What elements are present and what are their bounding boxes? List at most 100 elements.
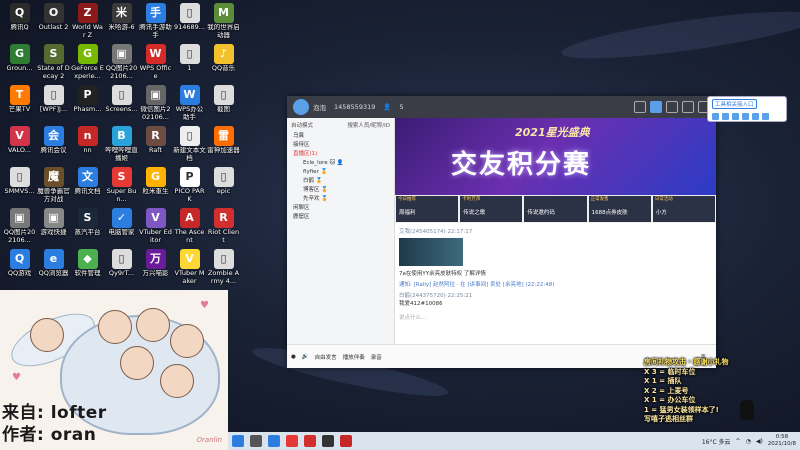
minimize-button[interactable]: [682, 101, 694, 113]
desktop-icon[interactable]: ▣ 微信图片202106...: [139, 84, 172, 124]
desktop-icon[interactable]: O Outlast 2: [37, 2, 70, 42]
gamepad-icon[interactable]: [666, 101, 678, 113]
promo-card[interactable]: 卡利芳邦 传说之歌: [460, 196, 523, 222]
desktop-icon[interactable]: ▯ 1: [173, 43, 206, 83]
desktop-icon[interactable]: G GeForce Experie...: [71, 43, 104, 83]
desktop-icon[interactable]: e QQ浏览器: [37, 248, 70, 288]
network-icon[interactable]: ◔: [746, 438, 751, 445]
tool-icon[interactable]: [712, 113, 719, 120]
channel-item[interactable]: 博客区 🏅: [287, 186, 394, 195]
desktop-icon[interactable]: ♪ QQ音乐: [207, 43, 240, 83]
desktop-icon[interactable]: A The Ascent: [173, 207, 206, 247]
desktop-icon[interactable]: P Phasm...: [71, 84, 104, 124]
desktop-icon[interactable]: S State of Decay 2: [37, 43, 70, 83]
channel-item[interactable]: 接待区: [287, 141, 394, 150]
desktop-icon[interactable]: ▯ SMMVS...: [3, 166, 36, 206]
desktop-icon[interactable]: 文腾讯文档: [71, 166, 104, 206]
app-icon[interactable]: [322, 435, 334, 447]
desktop-icon[interactable]: 魔魔兽争霸官方对战: [37, 166, 70, 206]
desktop-icon[interactable]: ▣ 游戏快捷: [37, 207, 70, 247]
promo-card[interactable]: 今日推荐 周福利: [396, 196, 459, 222]
desktop-icon[interactable]: ◆ 软件管理: [71, 248, 104, 288]
app-icon[interactable]: [304, 435, 316, 447]
record-button[interactable]: 录音: [371, 353, 382, 361]
desktop-icon[interactable]: ▯ 新建文本文档: [173, 125, 206, 165]
desktop-icon[interactable]: B 哔哩哔哩直播姬: [105, 125, 138, 165]
chevron-up-icon[interactable]: ^: [736, 438, 741, 445]
desktop-icon[interactable]: S Super Bun...: [105, 166, 138, 206]
tool-icon[interactable]: [722, 113, 729, 120]
desktop-icon[interactable]: V VTuber Maker: [173, 248, 206, 288]
app-icon[interactable]: [286, 435, 298, 447]
desktop-icon[interactable]: 会腾讯会议: [37, 125, 70, 165]
desktop-icon[interactable]: 手腾讯手游助手: [139, 2, 172, 42]
promo-card[interactable]: 日常活动 小方: [652, 196, 716, 222]
desktop-icon[interactable]: ✓ 电脑管家: [105, 207, 138, 247]
desktop-icon[interactable]: Q QQ游戏: [3, 248, 36, 288]
desktop-icon[interactable]: 米米哈游-6: [105, 2, 138, 42]
avatar[interactable]: ●: [291, 354, 296, 360]
play-accompaniment-button[interactable]: 播放伴奏: [343, 353, 365, 361]
event-banner[interactable]: 2021星光盛典 交友积分赛: [395, 118, 716, 195]
desktop-icon[interactable]: G 粒米重生: [139, 166, 172, 206]
volume-icon[interactable]: ◀): [756, 438, 763, 445]
channel-item[interactable]: 白鹤 🏅: [287, 177, 394, 186]
tool-icon[interactable]: [732, 113, 739, 120]
desktop-icon[interactable]: ▯ [WPF]J...: [37, 84, 70, 124]
desktop-icon[interactable]: W WPS办公助手: [173, 84, 206, 124]
weather[interactable]: 16°C 多云: [702, 437, 731, 446]
desktop-icon[interactable]: W WPS Office: [139, 43, 172, 83]
mic-mode-button[interactable]: 自由发言: [315, 353, 337, 361]
desktop-icon[interactable]: T 芒果TV: [3, 84, 36, 124]
channel-item[interactable]: 直播区(1): [287, 150, 394, 159]
desktop-icon[interactable]: S 蒸汽平台: [71, 207, 104, 247]
chat-image[interactable]: [399, 238, 463, 266]
tool-icon[interactable]: [742, 113, 749, 120]
desktop-icon[interactable]: Z World War Z: [71, 2, 104, 42]
clock[interactable]: 0:58 2021/10/8: [768, 434, 796, 448]
desktop-icon[interactable]: 万万兴喵影: [139, 248, 172, 288]
desktop-icon[interactable]: V VALO...: [3, 125, 36, 165]
promo-card[interactable]: 传说邀约码: [524, 196, 587, 222]
chat-input[interactable]: 说点什么...: [399, 313, 712, 321]
desktop-icon[interactable]: ▯ epic: [207, 166, 240, 206]
desktop-icon[interactable]: n nn: [71, 125, 104, 165]
desktop-icon[interactable]: 雷雷神加速器: [207, 125, 240, 165]
terminal-icon[interactable]: [250, 435, 262, 447]
speaker-icon[interactable]: 🔊: [302, 354, 309, 360]
channel-item[interactable]: 鹿窟区: [287, 213, 394, 222]
channel-item[interactable]: flyfier 🏅: [287, 168, 394, 177]
tool-icon[interactable]: [762, 113, 769, 120]
home-icon[interactable]: [650, 101, 662, 113]
qq-nickname[interactable]: 泡泡: [313, 102, 326, 112]
video-icon[interactable]: [634, 101, 646, 113]
toolbar-entry-button[interactable]: 工具相关接入口: [712, 99, 757, 109]
desktop-icon[interactable]: ▯ Zombie Army 4...: [207, 248, 240, 288]
desktop-icon[interactable]: Q 腾讯Q: [3, 2, 36, 42]
desktop-icon[interactable]: ▯ Screens...: [105, 84, 138, 124]
desktop-icon[interactable]: R Raft: [139, 125, 172, 165]
desktop-icon[interactable]: ▯ Qy9rT...: [105, 248, 138, 288]
app-icon[interactable]: [340, 435, 352, 447]
mode-select[interactable]: 自动模式: [291, 121, 313, 129]
desktop-icon[interactable]: M 我的世界启动器: [207, 2, 240, 42]
desktop-icon[interactable]: V VTuber Editor: [139, 207, 172, 247]
desktop-icon[interactable]: P PICO PARK: [173, 166, 206, 206]
desktop-icon[interactable]: R Riot Client: [207, 207, 240, 247]
desktop-icon[interactable]: ▯ 截图: [207, 84, 240, 124]
channel-item[interactable]: 乌冀: [287, 132, 394, 141]
desktop-icon[interactable]: ▣ QQ图片202106...: [105, 43, 138, 83]
channel-item[interactable]: Ecle_lore 🐱 👤: [287, 159, 394, 168]
chat-author[interactable]: 艾我(245405174): [399, 229, 446, 235]
start-icon[interactable]: [232, 435, 244, 447]
desktop-icon[interactable]: G Groun...: [3, 43, 36, 83]
qq-voice-window[interactable]: 泡泡 1458559319 👤 5 自动模式 搜索人员/昵称/ID 乌冀 接待区直…: [287, 96, 716, 368]
channel-item[interactable]: 闲聊区: [287, 204, 394, 213]
promo-card[interactable]: 正常发售 1688点券皮肤: [588, 196, 651, 222]
desktop-icon[interactable]: ▯ 914689...: [173, 2, 206, 42]
edge-icon[interactable]: [268, 435, 280, 447]
sidebar-search[interactable]: 搜索人员/昵称/ID: [347, 121, 390, 129]
channel-item[interactable]: 先辛欢 🏅: [287, 195, 394, 204]
desktop-icon[interactable]: ▣ QQ图片202106...: [3, 207, 36, 247]
tool-icon[interactable]: [752, 113, 759, 120]
